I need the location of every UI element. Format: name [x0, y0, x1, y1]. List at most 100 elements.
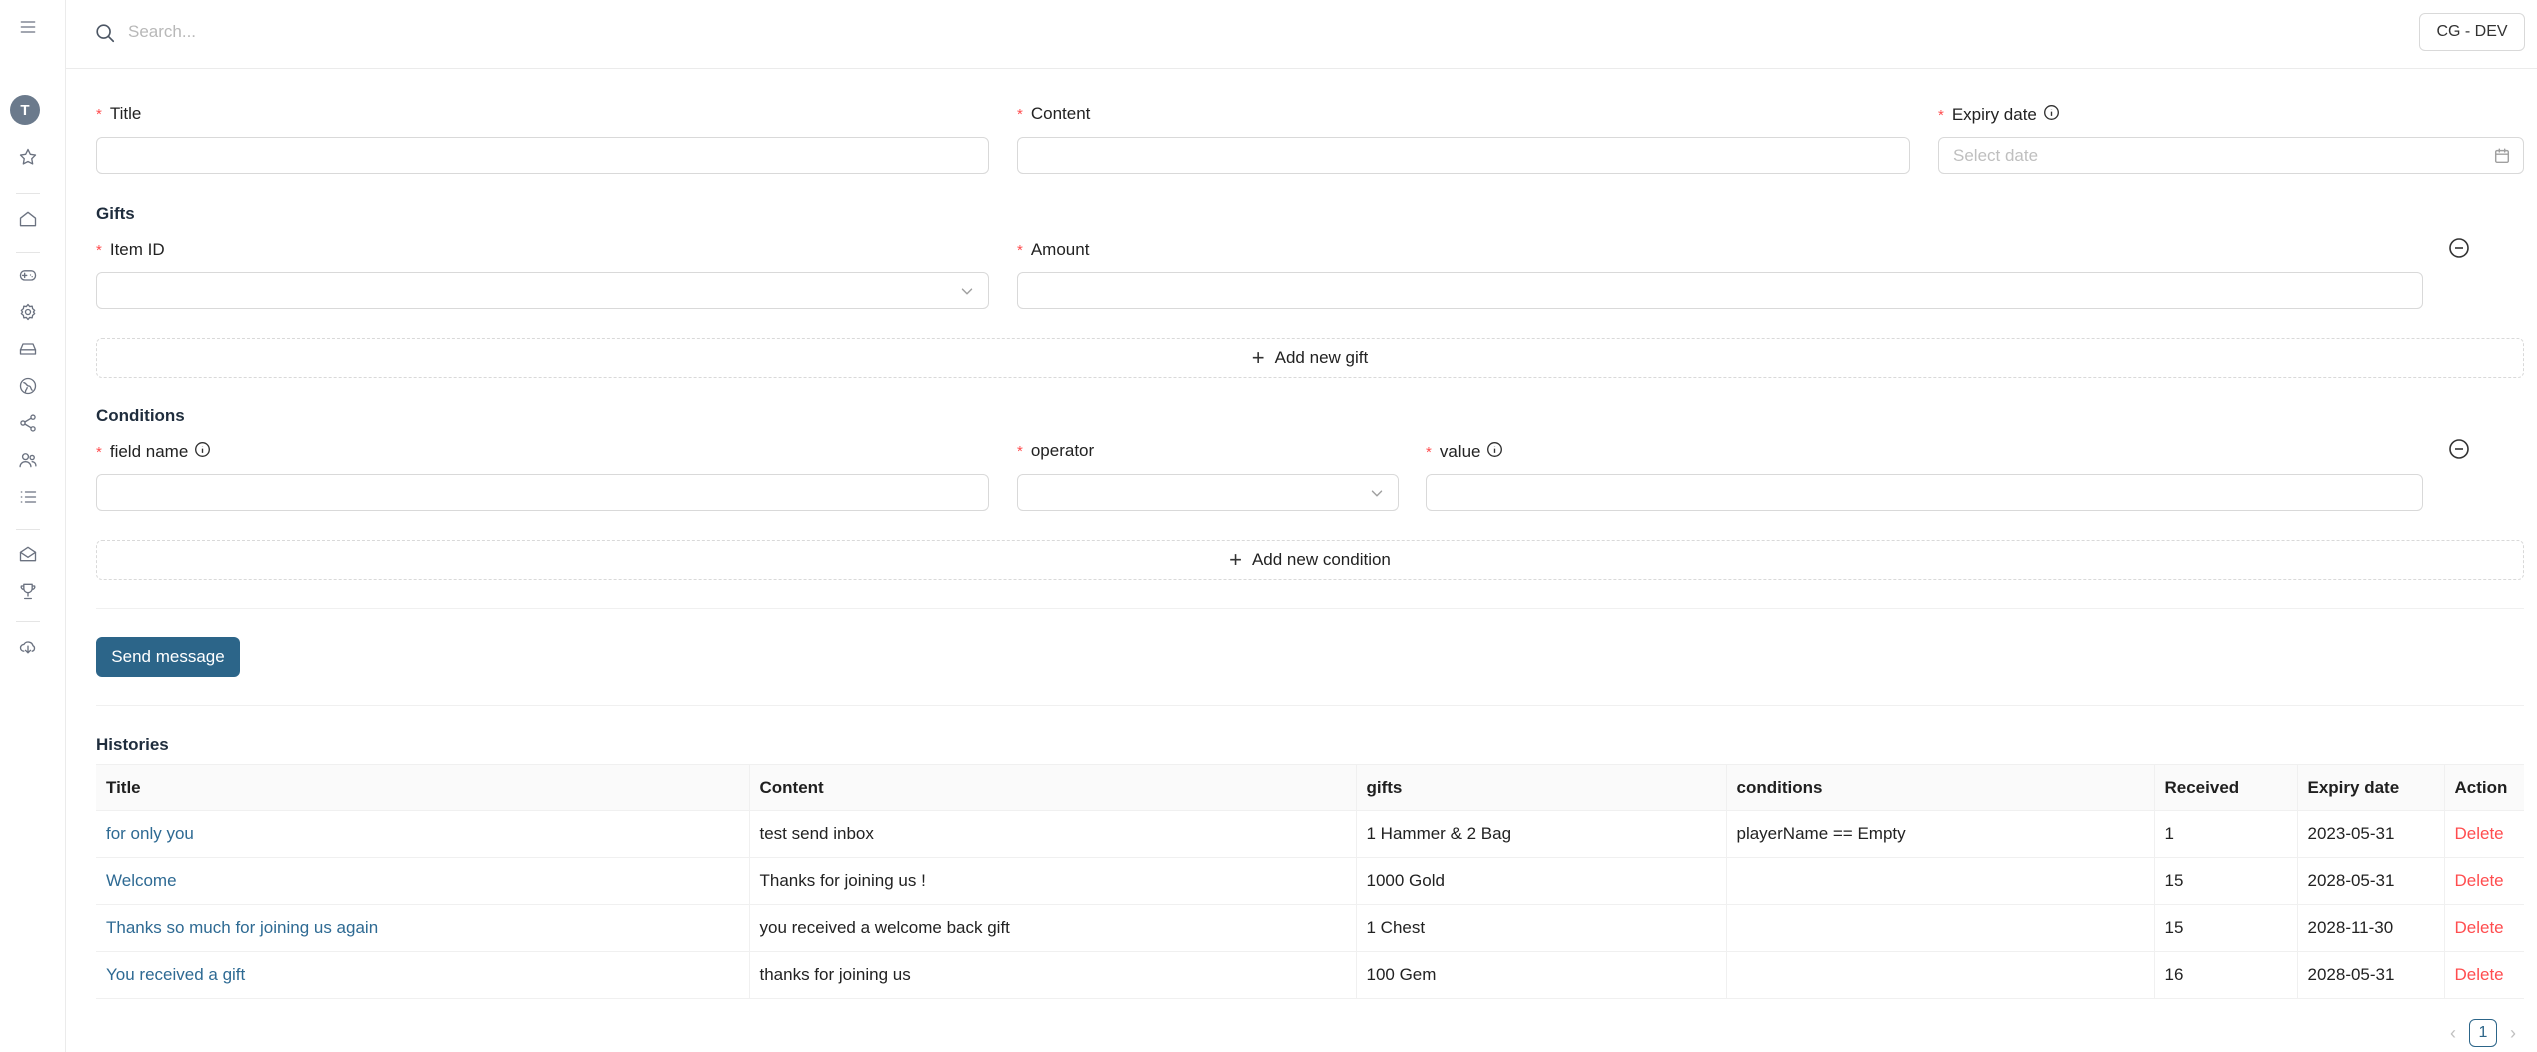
settings-icon[interactable]: [17, 301, 39, 323]
history-gifts: 1 Chest: [1355, 904, 1726, 952]
expiry-date-picker[interactable]: [1938, 137, 2524, 174]
sidebar: T: [0, 0, 66, 1052]
list-icon[interactable]: [17, 486, 39, 508]
operator-label: * operator: [1017, 441, 1095, 460]
trophy-icon[interactable]: [17, 580, 39, 602]
content-label: * Content: [1017, 104, 1091, 123]
table-row: for only you test send inbox 1 Hammer & …: [96, 810, 2524, 858]
value-label: * value: [1426, 441, 1503, 463]
expiry-date-input[interactable]: [1939, 138, 2523, 173]
inbox-tray-icon[interactable]: [17, 338, 39, 360]
share-icon[interactable]: [17, 412, 39, 434]
prev-page-icon[interactable]: ‹: [2443, 1021, 2463, 1045]
delete-link[interactable]: Delete: [2443, 904, 2524, 952]
field-name-field[interactable]: [96, 474, 989, 511]
history-conditions: playerName == Empty: [1725, 810, 2154, 858]
star-icon[interactable]: [17, 146, 39, 168]
column-header-expiry-date: Expiry date: [2296, 764, 2444, 811]
history-conditions: [1725, 904, 2154, 952]
field-name-label: * field name: [96, 441, 211, 463]
info-icon[interactable]: [1486, 441, 1503, 463]
history-expiry: 2028-11-30: [2296, 904, 2444, 952]
add-condition-button[interactable]: + Add new condition: [96, 540, 2524, 580]
expiry-date-label: * Expiry date: [1938, 104, 2060, 126]
history-gifts: 100 Gem: [1355, 951, 1726, 999]
column-header-received: Received: [2153, 764, 2297, 811]
item-id-label: * Item ID: [96, 240, 165, 259]
table-row: Welcome Thanks for joining us ! 1000 Gol…: [96, 857, 2524, 905]
delete-link[interactable]: Delete: [2443, 857, 2524, 905]
table-row: You received a gift thanks for joining u…: [96, 951, 2524, 999]
calendar-icon: [2493, 147, 2511, 165]
field-name-input[interactable]: [97, 475, 988, 510]
menu-icon[interactable]: [17, 16, 39, 38]
amount-label: * Amount: [1017, 240, 1090, 259]
delete-link[interactable]: Delete: [2443, 951, 2524, 999]
remove-gift-icon[interactable]: [2448, 237, 2470, 259]
send-message-button[interactable]: Send message: [96, 637, 240, 677]
conditions-section-title: Conditions: [96, 406, 185, 425]
item-id-select[interactable]: [96, 272, 989, 309]
mail-icon[interactable]: [17, 543, 39, 565]
next-page-icon[interactable]: ›: [2503, 1021, 2523, 1045]
history-expiry: 2028-05-31: [2296, 951, 2444, 999]
history-received: 1: [2153, 810, 2297, 858]
histories-table: Title Content gifts conditions Received …: [96, 764, 2524, 999]
amount-input[interactable]: [1018, 273, 2422, 308]
cloud-download-icon[interactable]: [17, 636, 39, 658]
column-header-title: Title: [96, 764, 749, 811]
history-title-link[interactable]: You received a gift: [96, 951, 749, 999]
add-gift-button[interactable]: + Add new gift: [96, 338, 2524, 378]
chevron-down-icon: [958, 282, 976, 300]
search-icon: [94, 22, 116, 44]
history-received: 15: [2153, 904, 2297, 952]
page-1-button[interactable]: 1: [2469, 1019, 2497, 1047]
gamepad-icon[interactable]: [17, 264, 39, 286]
search-input[interactable]: [128, 17, 728, 47]
history-gifts: 1 Hammer & 2 Bag: [1355, 810, 1726, 858]
history-content: test send inbox: [748, 810, 1356, 858]
info-icon[interactable]: [2043, 104, 2060, 126]
plus-icon: +: [1251, 345, 1265, 370]
amount-field[interactable]: [1017, 272, 2423, 309]
users-icon[interactable]: [17, 449, 39, 471]
column-header-action: Action: [2443, 764, 2524, 811]
title-field[interactable]: [96, 137, 989, 174]
history-content: Thanks for joining us !: [748, 857, 1356, 905]
divider: [96, 705, 2524, 706]
histories-section-title: Histories: [96, 735, 169, 754]
history-title-link[interactable]: Welcome: [96, 857, 749, 905]
history-expiry: 2028-05-31: [2296, 857, 2444, 905]
delete-link[interactable]: Delete: [2443, 810, 2524, 858]
column-header-conditions: conditions: [1725, 764, 2154, 811]
table-header-row: Title Content gifts conditions Received …: [96, 764, 2524, 811]
environment-button[interactable]: CG - DEV: [2419, 13, 2525, 51]
history-expiry: 2023-05-31: [2296, 810, 2444, 858]
table-row: Thanks so much for joining us again you …: [96, 904, 2524, 952]
history-title-link[interactable]: Thanks so much for joining us again: [96, 904, 749, 952]
title-label: * Title: [96, 104, 142, 123]
history-content: thanks for joining us: [748, 951, 1356, 999]
pagination: ‹ 1 ›: [2443, 1019, 2523, 1047]
home-icon[interactable]: [17, 208, 39, 230]
content-field[interactable]: [1017, 137, 1910, 174]
column-header-content: Content: [748, 764, 1356, 811]
divider: [96, 608, 2524, 609]
history-title-link[interactable]: for only you: [96, 810, 749, 858]
history-gifts: 1000 Gold: [1355, 857, 1726, 905]
content-input[interactable]: [1018, 138, 1909, 173]
gifts-section-title: Gifts: [96, 204, 135, 223]
plus-icon: +: [1229, 547, 1242, 572]
remove-condition-icon[interactable]: [2448, 438, 2470, 460]
chevron-down-icon: [1368, 484, 1386, 502]
history-conditions: [1725, 857, 2154, 905]
avatar[interactable]: T: [10, 95, 40, 125]
title-input[interactable]: [97, 138, 988, 173]
globe-icon[interactable]: [17, 375, 39, 397]
operator-select[interactable]: [1017, 474, 1399, 511]
top-bar: CG - DEV: [66, 0, 2537, 69]
info-icon[interactable]: [194, 441, 211, 463]
value-input[interactable]: [1427, 475, 2422, 510]
value-field[interactable]: [1426, 474, 2423, 511]
column-header-gifts: gifts: [1355, 764, 1726, 811]
